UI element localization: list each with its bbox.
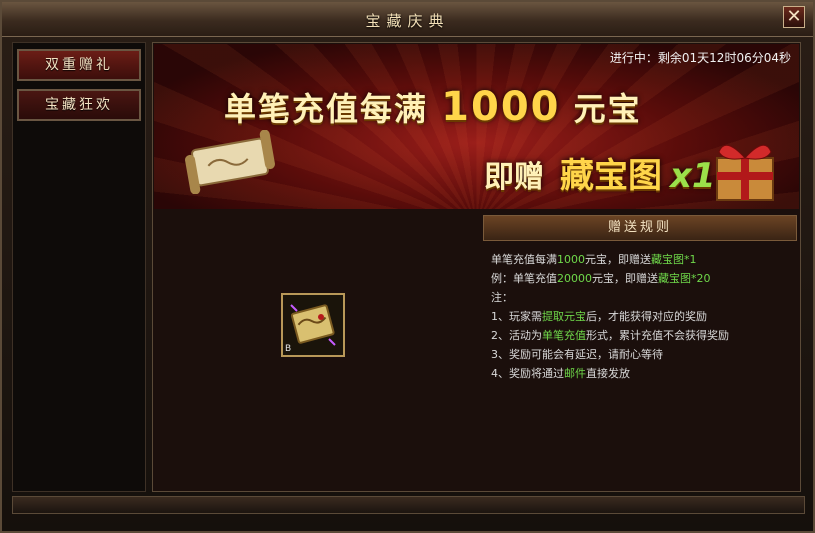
item-count-badge: B	[285, 344, 292, 354]
activity-window: 宝藏庆典 ✕ 双重赠礼 宝藏狂欢 进行中：剩余01天12时06分04秒 单笔充值…	[0, 0, 815, 533]
treasure-map-icon	[283, 295, 343, 355]
close-button[interactable]: ✕	[783, 6, 805, 28]
rule-line-6: 3、奖励可能会有延迟，请耐心等待	[491, 348, 663, 361]
rules-text: 单笔充值每满1000元宝，即赠送藏宝图*1 例：单笔充值20000元宝，即赠送藏…	[491, 250, 791, 383]
rule-line-note: 注：	[491, 291, 513, 304]
reward-item-slot[interactable]: B	[281, 293, 345, 357]
window-title: 宝藏庆典	[365, 12, 450, 30]
banner-headline-1: 单笔充值每满 1000 元宝	[224, 84, 642, 130]
scroll-icon	[185, 130, 275, 194]
banner-headline-2: 即赠 藏宝图 x1	[484, 156, 716, 196]
footer-bar	[12, 496, 805, 514]
rule-line-4: 1、玩家需提取元宝后，才能获得对应的奖励	[491, 310, 707, 323]
gift-box-icon	[716, 144, 774, 201]
rules-header: 赠送规则	[483, 215, 797, 241]
rule-line-5: 2、活动为单笔充值形式，累计充值不会获得奖励	[491, 329, 729, 342]
title-bar[interactable]: 宝藏庆典 ✕	[2, 2, 813, 37]
content-panel: 进行中：剩余01天12时06分04秒 单笔充值每满 1000 元宝 即赠 藏宝图 x…	[152, 42, 801, 492]
rule-line-7: 4、奖励将通过邮件直接发放	[491, 367, 630, 380]
sidebar: 双重赠礼 宝藏狂欢	[12, 42, 146, 492]
promo-banner: 进行中：剩余01天12时06分04秒 单笔充值每满 1000 元宝 即赠 藏宝图 x…	[154, 44, 799, 209]
rule-line-1: 单笔充值每满1000元宝，即赠送藏宝图*1	[491, 253, 697, 266]
tab-treasure-carnival[interactable]: 宝藏狂欢	[17, 89, 141, 121]
tab-double-gift[interactable]: 双重赠礼	[17, 49, 141, 81]
countdown-status: 进行中：剩余01天12时06分04秒	[609, 51, 791, 65]
close-icon: ✕	[786, 6, 802, 27]
rule-line-2: 例：单笔充值20000元宝，即赠送藏宝图*20	[491, 272, 711, 285]
